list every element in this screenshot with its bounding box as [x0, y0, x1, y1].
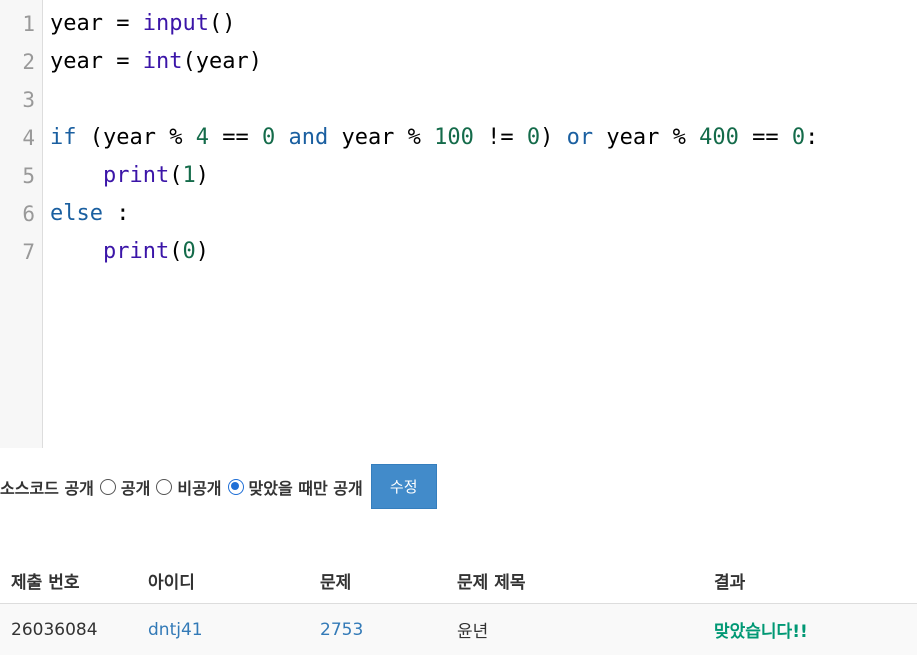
radio-public[interactable] [99, 478, 116, 495]
header-user-id: 아이디 [137, 557, 309, 604]
cell-user-id-link[interactable]: dntj41 [137, 603, 309, 655]
code-token: () [208, 11, 236, 36]
code-token: and [288, 125, 329, 150]
code-token: (year) [182, 49, 262, 74]
header-problem-title: 문제 제목 [446, 557, 703, 604]
option-label-private: 비공개 [177, 478, 222, 498]
code-area[interactable]: year = input() year = int(year) if (year %… [43, 0, 917, 448]
code-token: 0 [526, 125, 541, 150]
edit-button[interactable]: 수정 [370, 464, 437, 509]
source-visibility-controls: 소스코드 공개 공개 비공개 맞았을 때만 공개 수정 [0, 464, 437, 509]
line-number: 3 [22, 88, 35, 112]
code-line[interactable]: year = input() [50, 5, 917, 43]
code-token: ) [195, 163, 209, 188]
code-line[interactable]: else : [50, 195, 917, 233]
header-result: 결과 [703, 557, 917, 604]
code-line[interactable]: year = int(year) [50, 43, 917, 81]
code-editor[interactable]: 1234567 year = input() year = int(year) if… [0, 0, 917, 448]
radio-private[interactable] [156, 478, 173, 495]
visibility-label: 소스코드 공개 [0, 478, 94, 498]
code-token: : [102, 201, 130, 226]
code-token: year % [593, 125, 700, 150]
code-token: input [142, 11, 209, 36]
code-token: : [805, 125, 819, 150]
code-line[interactable] [50, 81, 917, 119]
option-label-accepted-only: 맞았을 때만 공개 [248, 478, 363, 498]
code-token: 0 [182, 239, 196, 264]
table-header-row: 제출 번호 아이디 문제 문제 제목 결과 [0, 557, 917, 604]
code-token: if [50, 125, 77, 150]
cell-problem-link[interactable]: 2753 [309, 603, 446, 655]
code-line[interactable]: print(0) [50, 233, 917, 271]
line-number: 5 [22, 164, 35, 188]
option-label-public: 공개 [120, 478, 151, 498]
code-token: == [208, 125, 262, 150]
code-token: int [142, 49, 183, 74]
cell-problem-title: 윤년 [446, 603, 703, 655]
code-token: ) [540, 125, 567, 150]
line-number: 1 [22, 12, 35, 36]
submission-table: 제출 번호 아이디 문제 문제 제목 결과 26036084 dntj41 27… [0, 557, 917, 655]
cell-submission-id: 26036084 [0, 603, 137, 655]
code-token: 100 [434, 125, 474, 150]
code-token: else [50, 201, 103, 226]
code-token: year % [328, 125, 435, 150]
code-token: != [473, 125, 527, 150]
line-number: 7 [22, 240, 35, 264]
code-token: year = [50, 49, 143, 74]
code-token: or [566, 125, 594, 150]
line-number: 6 [22, 202, 35, 226]
header-problem: 문제 [309, 557, 446, 604]
header-submission-id: 제출 번호 [0, 557, 137, 604]
code-token: print [102, 163, 170, 188]
visibility-option-public[interactable]: 공개 [94, 475, 150, 499]
code-token: (year % [76, 125, 196, 150]
code-token: 4 [195, 125, 209, 150]
visibility-option-private[interactable]: 비공개 [150, 475, 222, 499]
code-token: 1 [182, 163, 196, 188]
code-line[interactable]: print(1) [50, 157, 917, 195]
code-line[interactable]: if (year % 4 == 0 and year % 100 != 0) o… [50, 119, 917, 157]
radio-accepted-only[interactable] [227, 478, 244, 495]
code-token: 0 [791, 125, 806, 150]
visibility-option-accepted-only[interactable]: 맞았을 때만 공개 [222, 475, 363, 499]
line-number-gutter: 1 2 3 4 5 6 7 [0, 0, 43, 448]
code-token: 400 [699, 125, 739, 150]
code-token: == [738, 125, 792, 150]
code-token: 0 [261, 125, 276, 150]
line-number: 2 [22, 50, 35, 74]
code-token: print [102, 239, 170, 264]
code-token: ( [169, 239, 183, 264]
code-token: ) [195, 239, 209, 264]
cell-result: 맞았습니다!! [703, 603, 917, 655]
code-token: ( [169, 163, 183, 188]
line-number: 4 [22, 126, 35, 150]
code-token: year = [50, 11, 143, 36]
table-row: 26036084 dntj41 2753 윤년 맞았습니다!! [0, 603, 917, 655]
